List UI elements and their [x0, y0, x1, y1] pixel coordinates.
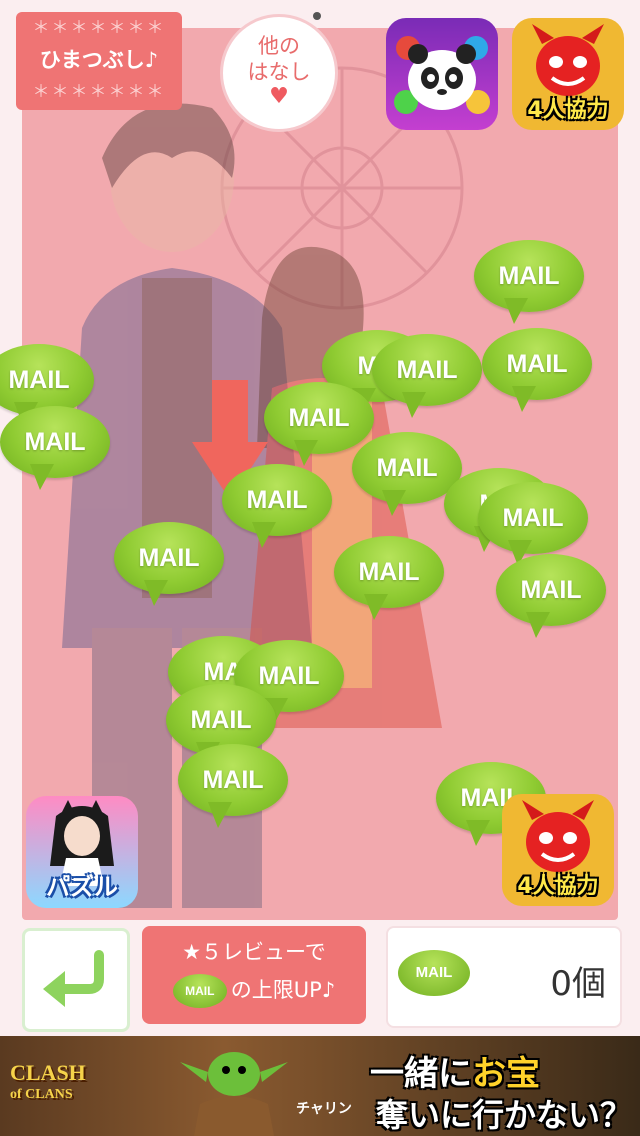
mail-mini-icon: MAIL [172, 974, 227, 1008]
other-stories-button[interactable]: 他の はなし ♥ [220, 14, 338, 132]
phone-frame: ＊＊＊＊＊＊＊ ひまつぶし♪ ＊＊＊＊＊＊＊ 他の はなし ♥ 4人協力 4人協… [0, 0, 640, 1036]
mail-count-value: 0個 [550, 964, 606, 1004]
mail-label: MAIL [202, 766, 264, 794]
mail-label: MAIL [502, 504, 564, 532]
devil-label: 4人協力 [517, 874, 599, 899]
mail-bubble[interactable]: MAIL [372, 334, 482, 430]
other-label-line1: 他の [258, 34, 300, 58]
devil-label: 4人協力 [527, 98, 609, 123]
mail-bubble[interactable]: MAIL [496, 554, 606, 650]
mail-label: MAIL [396, 356, 458, 384]
other-label-line2: はなし [247, 60, 311, 84]
mail-label: MAIL [506, 350, 568, 378]
devil-coop-ad-icon-top[interactable]: 4人協力 [512, 18, 624, 130]
puzzle-label: パズル [46, 873, 118, 901]
review-five-star-button[interactable]: ★５レビューで MAIL の上限UP♪ [142, 926, 366, 1024]
mail-label: MAIL [138, 544, 200, 572]
bottom-controls: ★５レビューで MAIL の上限UP♪ MAIL 0個 [0, 922, 640, 1034]
himatsubushi-badge[interactable]: ＊＊＊＊＊＊＊ ひまつぶし♪ ＊＊＊＊＊＊＊ [16, 12, 182, 110]
mail-bubble[interactable]: MAIL [178, 744, 288, 840]
mail-label: MAIL [498, 262, 560, 290]
badge-title: ひまつぶし♪ [39, 48, 159, 72]
devil-coop-ad-icon-bottom[interactable]: 4人協力 [502, 794, 614, 906]
review-line2-text: の上限UP♪ [230, 978, 336, 1002]
mail-label: MAIL [520, 576, 582, 604]
banner-copy-line1: 一緒にお宝 [370, 1054, 540, 1094]
banner-copy-line2: 奪いに行かない？ [376, 1096, 633, 1134]
ad-banner[interactable]: CLASH of CLANS チャリン 一緒にお宝 奪いに行かない？ [0, 1036, 640, 1136]
star-border-top: ＊＊＊＊＊＊＊ [32, 18, 166, 38]
panda-icon [394, 36, 490, 114]
mail-bubble[interactable]: MAIL [222, 464, 332, 560]
mail-bubble[interactable]: MAIL [334, 536, 444, 632]
back-button[interactable] [22, 928, 130, 1032]
mail-count-box: MAIL 0個 [386, 926, 622, 1028]
mail-bubble[interactable]: MAIL [0, 406, 110, 502]
panda-game-ad-icon[interactable] [386, 18, 498, 130]
mail-count-icon: MAIL [398, 950, 470, 996]
review-line2: MAIL の上限UP♪ [142, 970, 366, 1010]
puzzle-girl-ad-icon[interactable]: パズル [26, 796, 138, 908]
camera-dot [313, 12, 321, 20]
mail-bubble[interactable]: MAIL [482, 328, 592, 424]
return-arrow-icon [43, 950, 104, 1007]
goblin-icon [180, 1052, 288, 1136]
mail-label: MAIL [24, 428, 86, 456]
mail-bubble[interactable]: MAIL [114, 522, 224, 618]
star-border-bottom: ＊＊＊＊＊＊＊ [32, 82, 166, 102]
mail-bubble[interactable]: MAIL [474, 240, 584, 336]
mail-label: MAIL [358, 558, 420, 586]
mail-label: MAIL [246, 486, 308, 514]
clash-of-clans-logo: CLASH of CLANS [10, 1060, 86, 1103]
banner-tag: チャリン [296, 1101, 352, 1117]
review-line1: ★５レビューで [182, 940, 326, 964]
heart-icon: ♥ [269, 84, 289, 109]
